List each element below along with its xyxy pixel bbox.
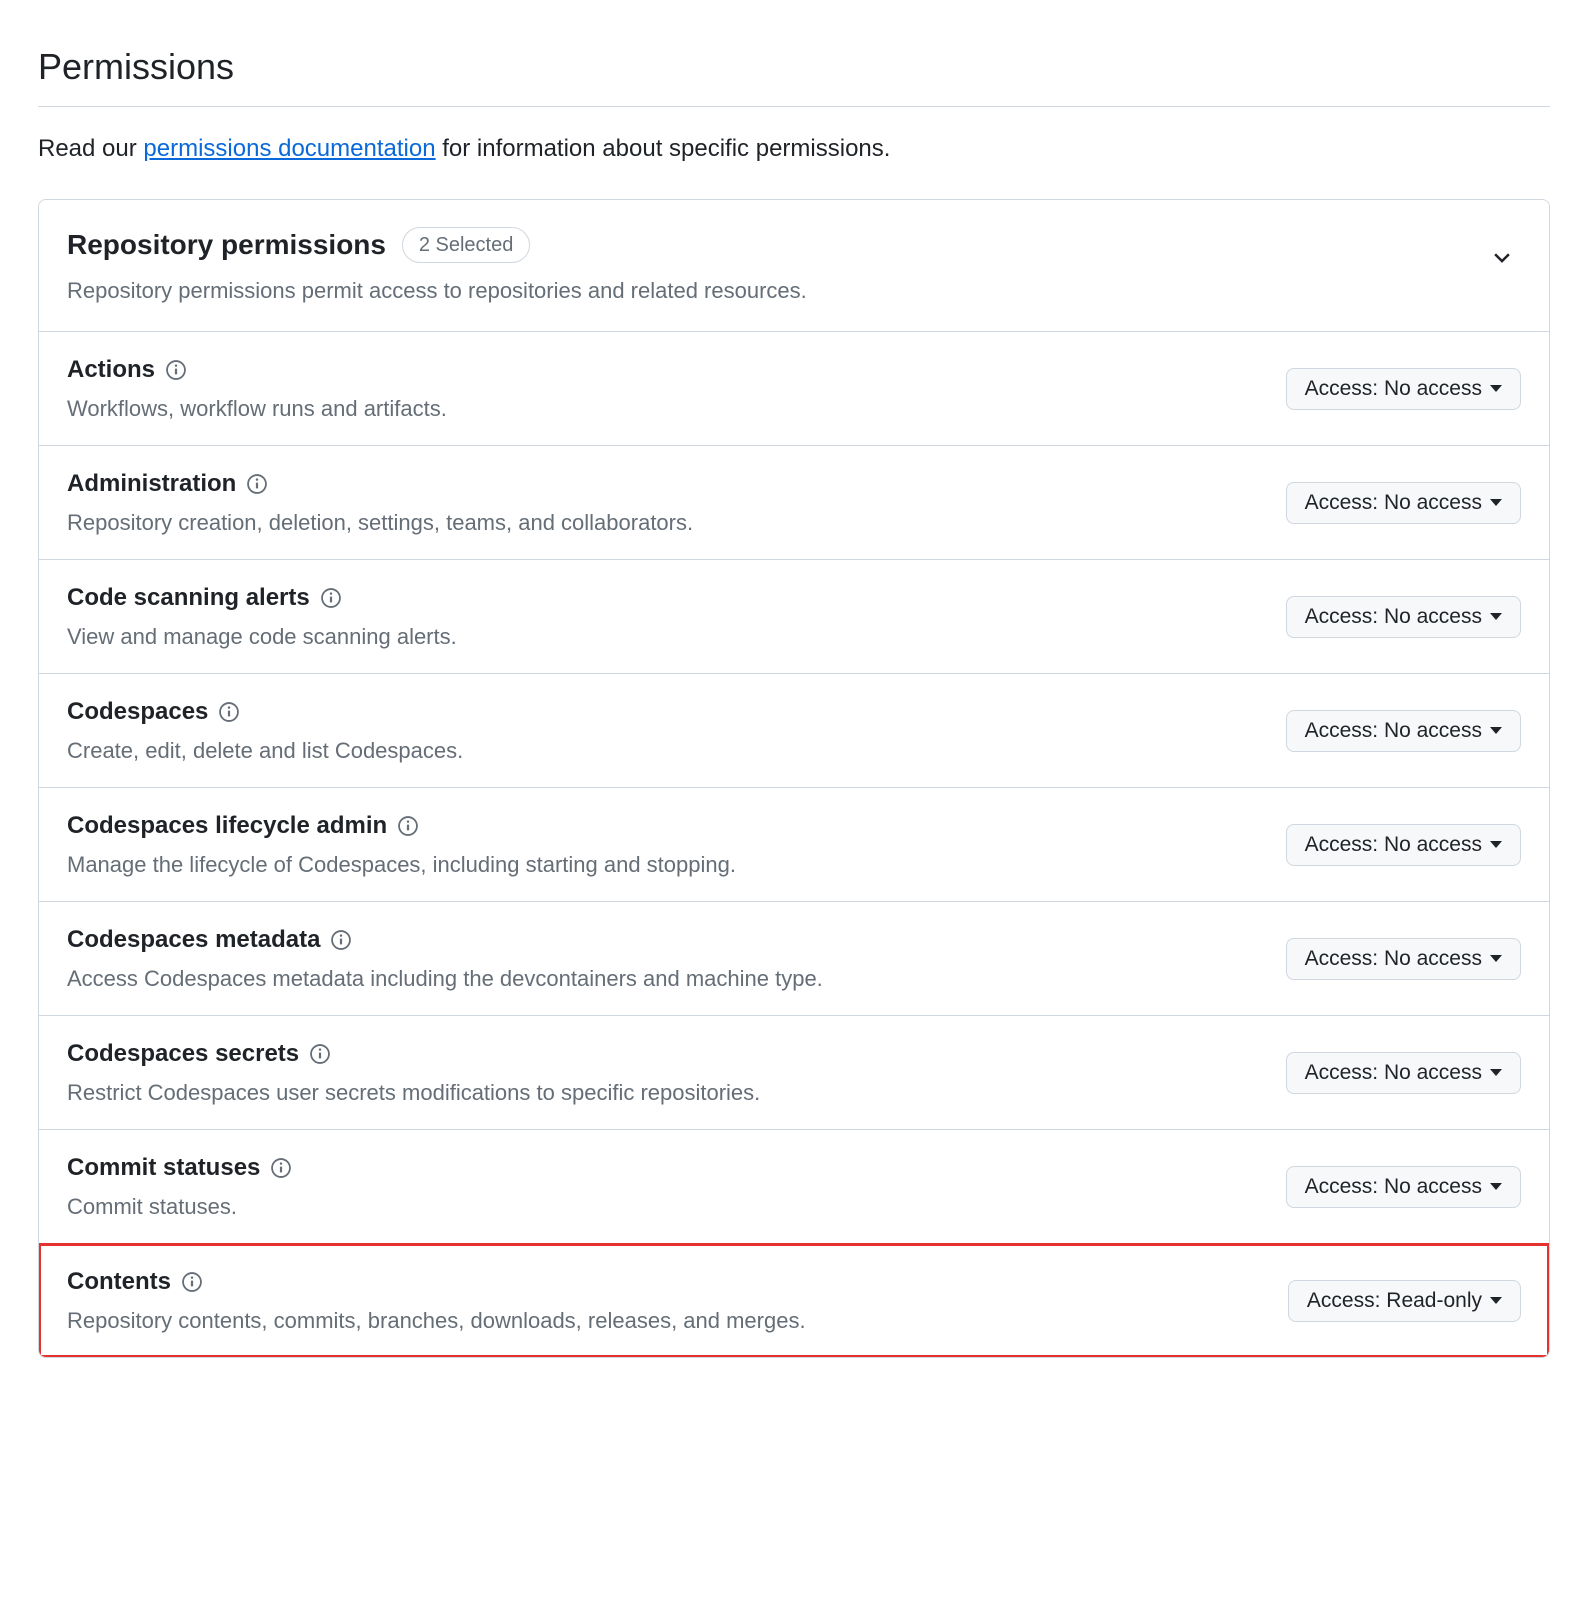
permission-row: Codespaces metadata Access Codespaces met… (39, 902, 1549, 1016)
info-icon[interactable] (218, 701, 240, 723)
caret-down-icon (1490, 613, 1502, 620)
caret-down-icon (1490, 955, 1502, 962)
access-label: Access: No access (1305, 491, 1482, 515)
permission-description: Access Codespaces metadata including the… (67, 962, 1266, 995)
access-label: Access: No access (1305, 377, 1482, 401)
permission-title: Commit statuses (67, 1150, 260, 1186)
permission-title: Contents (67, 1264, 171, 1300)
access-dropdown[interactable]: Access: No access (1286, 1052, 1521, 1094)
permission-title: Actions (67, 352, 155, 388)
access-label: Access: No access (1305, 605, 1482, 629)
access-label: Access: Read-only (1307, 1289, 1482, 1313)
access-label: Access: No access (1305, 1061, 1482, 1085)
permission-description: Manage the lifecycle of Codespaces, incl… (67, 848, 1266, 881)
access-dropdown[interactable]: Access: Read-only (1288, 1280, 1521, 1322)
access-label: Access: No access (1305, 1175, 1482, 1199)
permission-row: Commit statuses Commit statuses. Access: N… (39, 1130, 1549, 1244)
permission-title: Codespaces secrets (67, 1036, 299, 1072)
access-dropdown[interactable]: Access: No access (1286, 482, 1521, 524)
info-icon[interactable] (309, 1043, 331, 1065)
permission-title: Codespaces (67, 694, 208, 730)
info-icon[interactable] (330, 929, 352, 951)
permission-title: Administration (67, 466, 236, 502)
permission-row: Administration Repository creation, delet… (39, 446, 1549, 560)
panel-header[interactable]: Repository permissions 2 Selected Reposi… (39, 200, 1549, 332)
permission-row: Codespaces Create, edit, delete and list … (39, 674, 1549, 788)
permissions-doc-link[interactable]: permissions documentation (143, 135, 435, 162)
info-icon[interactable] (320, 587, 342, 609)
page-title: Permissions (38, 40, 1550, 107)
selected-count-badge: 2 Selected (402, 227, 531, 263)
access-dropdown[interactable]: Access: No access (1286, 368, 1521, 410)
permissions-list: Actions Workflows, workflow runs and arti… (39, 332, 1549, 1357)
intro-text: Read our permissions documentation for i… (38, 131, 1550, 167)
caret-down-icon (1490, 499, 1502, 506)
permission-description: Repository creation, deletion, settings,… (67, 506, 1266, 539)
panel-description: Repository permissions permit access to … (67, 274, 1491, 307)
repository-permissions-panel: Repository permissions 2 Selected Reposi… (38, 199, 1550, 1358)
chevron-down-icon[interactable] (1491, 246, 1513, 268)
caret-down-icon (1490, 1069, 1502, 1076)
access-label: Access: No access (1305, 947, 1482, 971)
permission-title: Codespaces metadata (67, 922, 320, 958)
info-icon[interactable] (165, 359, 187, 381)
caret-down-icon (1490, 841, 1502, 848)
caret-down-icon (1490, 727, 1502, 734)
access-dropdown[interactable]: Access: No access (1286, 938, 1521, 980)
permission-description: Commit statuses. (67, 1190, 1266, 1223)
permission-row: Actions Workflows, workflow runs and arti… (39, 332, 1549, 446)
panel-title: Repository permissions (67, 224, 386, 266)
caret-down-icon (1490, 385, 1502, 392)
intro-prefix: Read our (38, 135, 143, 162)
permission-row: Codespaces lifecycle admin Manage the lif… (39, 788, 1549, 902)
permission-row: Codespaces secrets Restrict Codespaces us… (39, 1016, 1549, 1130)
access-dropdown[interactable]: Access: No access (1286, 1166, 1521, 1208)
info-icon[interactable] (270, 1157, 292, 1179)
permission-description: Repository contents, commits, branches, … (67, 1304, 1268, 1337)
access-label: Access: No access (1305, 833, 1482, 857)
permission-description: Restrict Codespaces user secrets modific… (67, 1076, 1266, 1109)
caret-down-icon (1490, 1183, 1502, 1190)
caret-down-icon (1490, 1297, 1502, 1304)
access-label: Access: No access (1305, 719, 1482, 743)
permission-description: Workflows, workflow runs and artifacts. (67, 392, 1266, 425)
access-dropdown[interactable]: Access: No access (1286, 596, 1521, 638)
access-dropdown[interactable]: Access: No access (1286, 824, 1521, 866)
intro-suffix: for information about specific permissio… (436, 135, 891, 162)
access-dropdown[interactable]: Access: No access (1286, 710, 1521, 752)
info-icon[interactable] (397, 815, 419, 837)
permission-description: Create, edit, delete and list Codespaces… (67, 734, 1266, 767)
permission-title: Codespaces lifecycle admin (67, 808, 387, 844)
info-icon[interactable] (246, 473, 268, 495)
permission-row: Contents Repository contents, commits, br… (39, 1244, 1549, 1357)
permission-row: Code scanning alerts View and manage code… (39, 560, 1549, 674)
info-icon[interactable] (181, 1271, 203, 1293)
permission-title: Code scanning alerts (67, 580, 310, 616)
permission-description: View and manage code scanning alerts. (67, 620, 1266, 653)
